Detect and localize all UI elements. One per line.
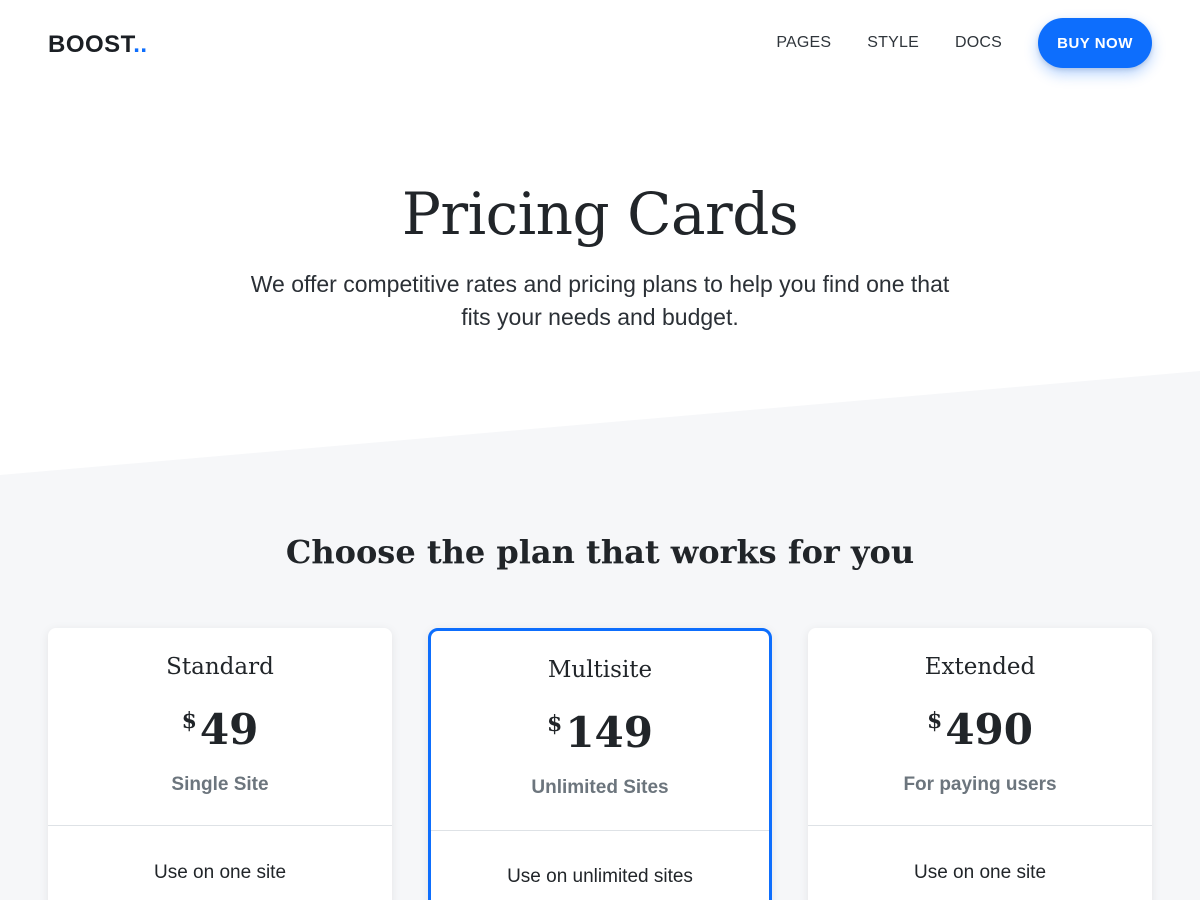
price-amount: 49 [199, 705, 259, 754]
plan-price: $490 [808, 702, 1152, 758]
plan-price: $149 [431, 705, 769, 761]
price-amount: 149 [565, 708, 653, 757]
page-subtitle: We offer competitive rates and pricing p… [250, 271, 950, 330]
card-header: Multisite $149 Unlimited Sites [431, 631, 769, 831]
plan-feature: Use on unlimited sites [507, 866, 693, 887]
site-header: BOOST.. PAGES STYLE DOCS BUY NOW [0, 0, 1200, 88]
currency-symbol: $ [181, 708, 197, 734]
nav-link-pages[interactable]: PAGES [776, 34, 831, 52]
currency-symbol: $ [547, 711, 563, 737]
plan-feature: Use on one site [153, 862, 287, 883]
logo-dots: .. [133, 31, 148, 58]
plan-subtitle: For paying users [903, 774, 1057, 795]
plans-section-title: Choose the plan that works for you [285, 533, 915, 571]
pricing-card-standard[interactable]: Standard $49 Single Site Use on one site [48, 628, 392, 900]
logo-text: BOOST [48, 31, 134, 58]
plan-subtitle: Unlimited Sites [531, 777, 669, 798]
pricing-card-multisite[interactable]: Multisite $149 Unlimited Sites Use on un… [428, 628, 772, 900]
plan-name: Multisite [547, 657, 653, 683]
plan-name: Extended [924, 654, 1036, 680]
price-amount: 490 [945, 705, 1033, 754]
nav-link-docs[interactable]: DOCS [955, 34, 1002, 52]
currency-symbol: $ [927, 708, 943, 734]
buy-now-button[interactable]: BUY NOW [1038, 18, 1152, 68]
main-nav: PAGES STYLE DOCS BUY NOW [776, 18, 1152, 68]
pricing-card-extended[interactable]: Extended $490 For paying users Use on on… [808, 628, 1152, 900]
plan-name: Standard [166, 654, 274, 680]
card-header: Extended $490 For paying users [808, 628, 1152, 826]
plan-feature: Use on one site [913, 862, 1047, 883]
nav-link-style[interactable]: STYLE [867, 34, 919, 52]
page-title: Pricing Cards [401, 180, 799, 248]
card-header: Standard $49 Single Site [48, 628, 392, 826]
brand-logo[interactable]: BOOST.. [48, 31, 148, 59]
plan-subtitle: Single Site [171, 774, 269, 795]
plan-price: $49 [48, 702, 392, 758]
